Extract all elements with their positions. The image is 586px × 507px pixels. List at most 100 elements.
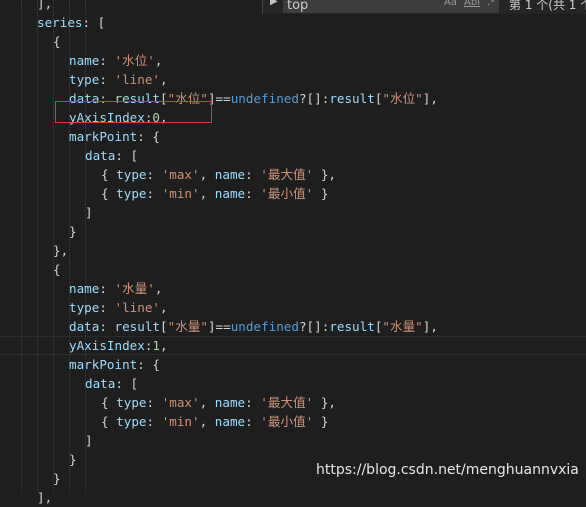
code-token: data — [69, 319, 100, 334]
code-token: : — [146, 167, 162, 182]
code-token: : — [99, 300, 115, 315]
code-line[interactable]: yAxisIndex:1, — [0, 336, 586, 355]
code-token: 'line' — [114, 72, 161, 87]
code-token: : [ — [115, 376, 139, 391]
code-token: : — [146, 414, 162, 429]
code-token: '水位' — [114, 53, 155, 68]
watermark-text: https://blog.csdn.net/menghuannvxia — [316, 462, 579, 478]
regex-button[interactable]: .* — [487, 0, 495, 8]
code-line-text: { type: 'min', name: '最小值' } — [101, 412, 328, 431]
code-line[interactable]: name: '水量', — [0, 279, 586, 298]
code-token: ] — [85, 205, 93, 220]
code-token: ]== — [207, 319, 231, 334]
code-token: { — [101, 167, 117, 182]
code-line[interactable]: { — [0, 32, 586, 51]
code-line[interactable]: { type: 'min', name: '最小值' } — [0, 184, 586, 203]
code-token: : — [245, 414, 261, 429]
code-token: ] — [85, 433, 93, 448]
annotation-highlight-box — [55, 101, 212, 123]
code-line[interactable]: }, — [0, 241, 586, 260]
code-token: series — [37, 15, 83, 30]
code-token: : { — [137, 357, 160, 372]
whole-word-button[interactable]: Abl — [464, 0, 480, 8]
code-line-text: { type: 'max', name: '最大值' }, — [101, 165, 336, 184]
code-token: : — [245, 186, 261, 201]
code-line[interactable]: type: 'line', — [0, 70, 586, 89]
code-token: ?[]: — [298, 91, 330, 106]
code-line[interactable]: ] — [0, 431, 586, 450]
code-token: : — [146, 395, 162, 410]
code-line[interactable]: data: [ — [0, 374, 586, 393]
code-line[interactable]: { type: 'min', name: '最小值' } — [0, 412, 586, 431]
code-token: }, — [53, 243, 69, 258]
code-token: , — [199, 186, 215, 201]
code-token: "水量" — [382, 319, 423, 334]
code-token: } — [53, 471, 61, 486]
code-token: data — [85, 148, 116, 163]
code-line-text: type: 'line', — [69, 298, 168, 317]
code-token: 'min' — [161, 186, 200, 201]
code-line-text: ] — [85, 431, 93, 450]
code-token: result — [329, 91, 375, 106]
code-token: 'max' — [161, 167, 200, 182]
code-line-text: ] — [85, 203, 93, 222]
code-token: : — [99, 53, 115, 68]
code-line[interactable]: markPoint: { — [0, 355, 586, 374]
code-token: '最小值' — [260, 186, 314, 201]
code-token: , — [154, 53, 163, 68]
code-token: , — [154, 281, 163, 296]
code-token: } — [313, 186, 329, 201]
code-token: 'min' — [161, 414, 200, 429]
code-line[interactable]: data: result["水量"]==undefined?[]:result[… — [0, 317, 586, 336]
code-token: : { — [137, 129, 160, 144]
code-line-text: { — [53, 260, 61, 279]
match-count: 第 1 个(共 1 个 — [509, 0, 586, 12]
code-token: 1 — [152, 338, 161, 353]
code-line[interactable]: data: [ — [0, 146, 586, 165]
toggle-replace-icon[interactable]: ▶ — [270, 0, 278, 7]
code-line[interactable]: ] — [0, 203, 586, 222]
code-token: , — [199, 414, 215, 429]
code-token: type — [116, 186, 147, 201]
code-line-text: } — [69, 222, 77, 241]
code-line[interactable]: ], — [0, 488, 586, 507]
code-token: , — [160, 338, 168, 353]
code-token: markPoint — [69, 129, 138, 144]
code-token: "水位" — [382, 91, 423, 106]
code-line-text: yAxisIndex:1, — [69, 337, 168, 354]
code-line-text: name: '水量', — [69, 279, 162, 298]
code-line[interactable]: series: [ — [0, 13, 586, 32]
code-line[interactable]: type: 'line', — [0, 298, 586, 317]
code-token: }, — [313, 167, 336, 182]
code-line[interactable]: markPoint: { — [0, 127, 586, 146]
code-token: , — [199, 395, 215, 410]
code-token: , — [160, 300, 168, 315]
code-token: yAxisIndex — [69, 338, 145, 353]
code-token: { — [101, 395, 117, 410]
code-line[interactable]: } — [0, 222, 586, 241]
code-line[interactable]: { — [0, 260, 586, 279]
code-line[interactable]: name: '水位', — [0, 51, 586, 70]
code-token: : — [146, 186, 162, 201]
code-token: '最大值' — [260, 167, 314, 182]
code-token: type — [116, 167, 147, 182]
code-token: ], — [37, 490, 53, 505]
code-line-text: { type: 'min', name: '最小值' } — [101, 184, 328, 203]
code-token: name — [69, 53, 100, 68]
code-token: [ — [160, 319, 168, 334]
code-line[interactable]: { type: 'max', name: '最大值' }, — [0, 165, 586, 184]
code-line-text: }, — [53, 241, 68, 260]
code-token: : — [99, 72, 115, 87]
code-editor[interactable]: ], series: [{name: '水位', type: 'line', data… — [0, 0, 586, 505]
code-line-text: markPoint: { — [69, 127, 160, 146]
code-token: { — [53, 34, 61, 49]
code-line-text: { type: 'max', name: '最大值' }, — [101, 393, 336, 412]
code-token: name — [214, 186, 246, 201]
code-token: result — [114, 319, 161, 334]
code-line-text: markPoint: { — [69, 355, 160, 374]
code-line[interactable]: { type: 'max', name: '最大值' }, — [0, 393, 586, 412]
code-token: type — [116, 414, 147, 429]
code-line-text: series: [ — [37, 13, 105, 32]
code-token: }, — [313, 395, 336, 410]
match-case-button[interactable]: Aa — [444, 0, 457, 8]
